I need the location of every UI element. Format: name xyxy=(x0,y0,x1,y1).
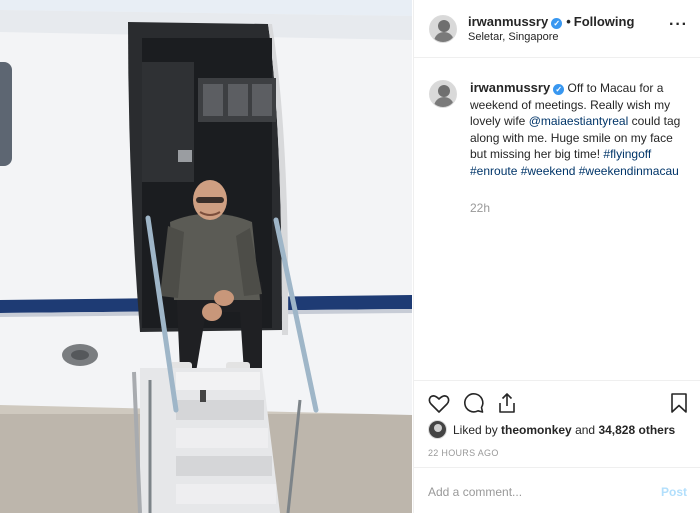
verified-badge-icon: ✓ xyxy=(551,18,563,29)
action-bar xyxy=(414,380,700,420)
comment-bar: Add a comment... Post xyxy=(414,467,700,513)
following-button[interactable]: Following xyxy=(574,14,635,29)
post-panel: irwanmussry ✓ • Following Seletar, Singapor… xyxy=(413,0,700,513)
caption-username[interactable]: irwanmussry xyxy=(470,80,550,95)
author-avatar[interactable] xyxy=(429,15,457,43)
share-icon[interactable] xyxy=(495,391,519,415)
mention-link[interactable]: @maiaestiantyreal xyxy=(529,114,629,128)
heart-icon[interactable] xyxy=(427,391,451,415)
liker-username[interactable]: theomonkey xyxy=(501,423,572,437)
post-timestamp[interactable]: 22 HOURS AGO xyxy=(428,448,499,458)
separator-dot: • xyxy=(566,14,571,29)
verified-badge-icon: ✓ xyxy=(553,84,565,95)
post-comment-button[interactable]: Post xyxy=(661,485,687,499)
author-username[interactable]: irwanmussry xyxy=(468,14,548,29)
jet-scene-illustration xyxy=(0,0,412,513)
location-link[interactable]: Seletar, Singapore xyxy=(468,31,559,43)
caption-time: 22h xyxy=(470,201,491,215)
comment-icon[interactable] xyxy=(461,391,485,415)
likes-text[interactable]: Liked by theomonkey and 34,828 others xyxy=(453,423,675,437)
likes-count[interactable]: 34,828 others xyxy=(598,423,675,437)
header-user-line: irwanmussry ✓ • Following xyxy=(468,14,634,29)
liker-avatar[interactable] xyxy=(428,420,447,439)
more-options-icon[interactable]: ··· xyxy=(669,16,688,34)
bookmark-icon[interactable] xyxy=(667,391,691,415)
likes-connector: and xyxy=(575,423,596,437)
caption-text: irwanmussry ✓ Off to Macau for a weekend … xyxy=(470,80,688,179)
post-header: irwanmussry ✓ • Following Seletar, Singapor… xyxy=(414,0,700,58)
caption-avatar[interactable] xyxy=(429,80,457,108)
post-photo[interactable] xyxy=(0,0,412,513)
likes-prefix: Liked by xyxy=(453,423,498,437)
comment-input[interactable]: Add a comment... xyxy=(428,485,522,499)
